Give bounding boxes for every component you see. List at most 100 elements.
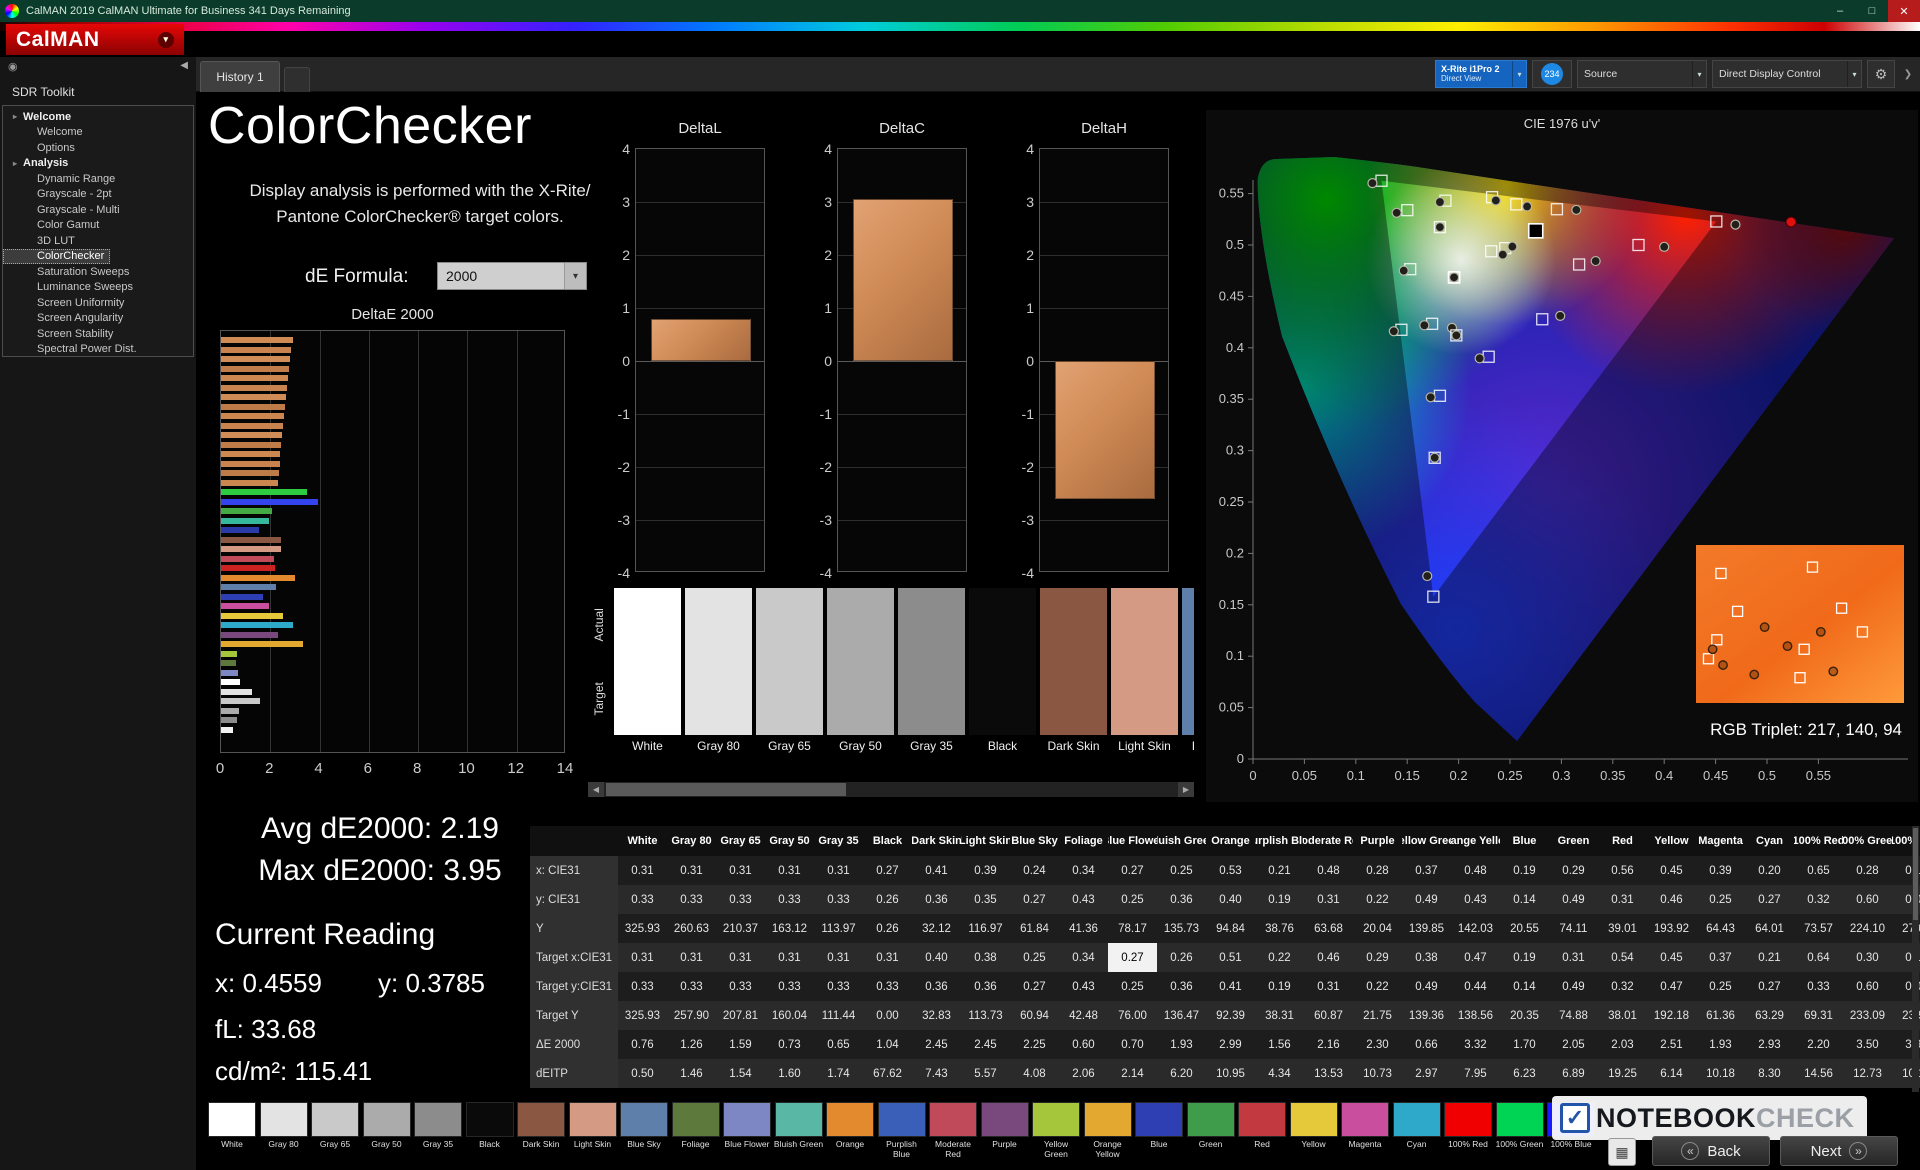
sidebar-title: SDR Toolkit	[12, 85, 75, 99]
layout-toggle-button[interactable]: ▦	[1608, 1138, 1636, 1166]
current-cdm2: cd/m²: 115.41	[215, 1056, 373, 1086]
patch-button-purplish-blue[interactable]	[877, 1102, 926, 1137]
table-cell: 163.12	[765, 914, 814, 943]
patch-button-100-red[interactable]	[1444, 1102, 1492, 1137]
patch-button-gray-50[interactable]	[362, 1102, 411, 1137]
table-cell: 0.38	[1402, 943, 1451, 972]
sidebar-collapse-icon[interactable]: ◀	[180, 60, 188, 71]
sidebar-group-welcome[interactable]: ▸ Welcome	[3, 109, 193, 125]
workflow-icon[interactable]: ◉	[8, 60, 18, 73]
patch-swatch-white[interactable]	[614, 588, 681, 735]
sidebar-item-dynamic-range[interactable]: Dynamic Range	[3, 171, 193, 187]
sidebar-item-3d-lut[interactable]: 3D LUT	[3, 233, 193, 249]
sidebar-item-welcome[interactable]: Welcome	[3, 125, 193, 141]
tab-stub[interactable]	[284, 67, 310, 92]
patch-swatch-label: Gray 50	[839, 739, 882, 753]
tab-history-1[interactable]: History 1	[200, 61, 280, 92]
patch-button-bluish-green[interactable]	[774, 1102, 823, 1137]
next-button[interactable]: Next »	[1780, 1136, 1898, 1166]
sidebar-item-luminance-sweeps[interactable]: Luminance Sweeps	[3, 280, 193, 296]
display-control-dropdown[interactable]: Direct Display Control ▾	[1712, 60, 1862, 88]
svg-text:0.15: 0.15	[1219, 597, 1244, 612]
panel-expand-button[interactable]: ❯	[1900, 60, 1916, 88]
patch-button-dark-skin[interactable]	[517, 1102, 565, 1137]
de-formula-dropdown[interactable]: 2000 ▾	[437, 262, 587, 290]
delta-chart-plot-deltah: 4 3 2 1 0 -1 -2 -3 -4	[1022, 141, 1169, 581]
patch-button-100-green[interactable]	[1495, 1102, 1544, 1137]
source-dropdown[interactable]: Source ▾	[1577, 60, 1707, 88]
table-cell: 0.29	[1549, 856, 1598, 885]
scrollbar-thumb[interactable]	[606, 783, 846, 796]
scrollbar-track[interactable]	[604, 782, 1178, 797]
patch-strip-scrollbar[interactable]: ◀ ▶	[588, 782, 1194, 797]
patch-swatch-gray-80[interactable]	[685, 588, 752, 735]
expand-icon[interactable]: ▸	[13, 159, 23, 168]
patch-button-label: Moderate Red	[935, 1139, 971, 1159]
table-scrollbar[interactable]	[1912, 826, 1919, 1092]
patch-button-blue-sky[interactable]	[620, 1102, 668, 1137]
patch-swatch-dark-skin[interactable]	[1040, 588, 1107, 735]
table-cell: 1.59	[716, 1030, 765, 1059]
scroll-left-icon[interactable]: ◀	[588, 782, 604, 797]
patch-button-orange[interactable]	[826, 1102, 874, 1137]
table-cell: 113.73	[961, 1001, 1010, 1030]
patch-button-light-skin[interactable]	[568, 1102, 617, 1137]
close-button[interactable]: ✕	[1888, 0, 1920, 22]
back-button[interactable]: « Back	[1652, 1136, 1770, 1166]
patch-button-blue-flower[interactable]	[723, 1102, 771, 1137]
delta-bar-deltac	[853, 199, 953, 361]
patch-button-blue[interactable]	[1135, 1102, 1183, 1137]
patch-swatch-gray-35[interactable]	[898, 588, 965, 735]
app-icon	[5, 4, 19, 18]
table-cell: 0.45	[1647, 856, 1696, 885]
patch-swatch-light-skin[interactable]	[1111, 588, 1178, 735]
sidebar-item-color-gamut[interactable]: Color Gamut	[3, 218, 193, 234]
patch-button-red[interactable]	[1238, 1102, 1286, 1137]
maximize-button[interactable]: □	[1856, 0, 1888, 22]
patch-button-gray-35[interactable]	[414, 1102, 462, 1137]
meter-dropdown[interactable]: X-Rite i1Pro 2 Direct View ▾	[1435, 60, 1527, 88]
sidebar-item-options[interactable]: Options	[3, 140, 193, 156]
patch-button-magenta[interactable]	[1341, 1102, 1389, 1137]
sidebar-item-grayscale-2pt[interactable]: Grayscale - 2pt	[3, 187, 193, 203]
patch-button-moderate-red[interactable]	[929, 1102, 977, 1137]
settings-button[interactable]: ⚙	[1867, 60, 1895, 88]
sidebar-item-screen-angularity[interactable]: Screen Angularity	[3, 311, 193, 327]
sidebar-item-screen-stability[interactable]: Screen Stability	[3, 326, 193, 342]
svg-text:0.2: 0.2	[1450, 768, 1468, 783]
patch-button-yellow[interactable]	[1289, 1102, 1338, 1137]
patch-button-foliage[interactable]	[671, 1102, 720, 1137]
scroll-right-icon[interactable]: ▶	[1178, 782, 1194, 797]
sidebar-item-saturation-sweeps[interactable]: Saturation Sweeps	[3, 264, 193, 280]
patch-button-white[interactable]	[208, 1102, 256, 1137]
workflow-tree: ▸ Welcome Welcome Options ▸ Analysis Dynamic R…	[2, 105, 194, 357]
sidebar-item-spectral-power-dist[interactable]: Spectral Power Dist.	[3, 342, 193, 357]
table-scrollbar-thumb[interactable]	[1913, 828, 1918, 920]
patch-button-purple[interactable]	[980, 1102, 1029, 1137]
patch-swatch-gray-65[interactable]	[756, 588, 823, 735]
patch-button-cyan[interactable]	[1392, 1102, 1441, 1137]
sidebar-group-analysis[interactable]: ▸ Analysis	[3, 156, 193, 172]
sidebar-item-screen-uniformity[interactable]: Screen Uniformity	[3, 295, 193, 311]
patch-button-black[interactable]	[465, 1102, 514, 1137]
patch-swatch-blue-sky[interactable]	[1182, 588, 1194, 735]
patch-button-orange-yellow[interactable]	[1083, 1102, 1132, 1137]
svg-text:0.15: 0.15	[1395, 768, 1420, 783]
table-cell: 63.29	[1745, 1001, 1794, 1030]
table-cell: 0.31	[1304, 972, 1353, 1001]
sidebar-item-grayscale-multi[interactable]: Grayscale - Multi	[3, 202, 193, 218]
patch-button-green[interactable]	[1186, 1102, 1235, 1137]
deltae-bar	[221, 546, 282, 553]
patch-swatch-gray-50[interactable]	[827, 588, 894, 735]
patch-button-label: Gray 50	[371, 1139, 402, 1149]
sidebar-item-colorchecker[interactable]: ColorChecker	[3, 248, 111, 264]
patch-button-gray-80[interactable]	[259, 1102, 308, 1137]
table-cell: 67.62	[863, 1059, 912, 1088]
toolbar: History 1 X-Rite i1Pro 2 Direct View ▾ 2…	[196, 57, 1920, 92]
patch-button-yellow-green[interactable]	[1032, 1102, 1080, 1137]
minimize-button[interactable]: –	[1824, 0, 1856, 22]
calman-logo-menu[interactable]: CalMAN ▾	[6, 24, 184, 55]
patch-swatch-black[interactable]	[969, 588, 1036, 735]
patch-button-gray-65[interactable]	[311, 1102, 359, 1137]
expand-icon[interactable]: ▸	[13, 112, 23, 121]
